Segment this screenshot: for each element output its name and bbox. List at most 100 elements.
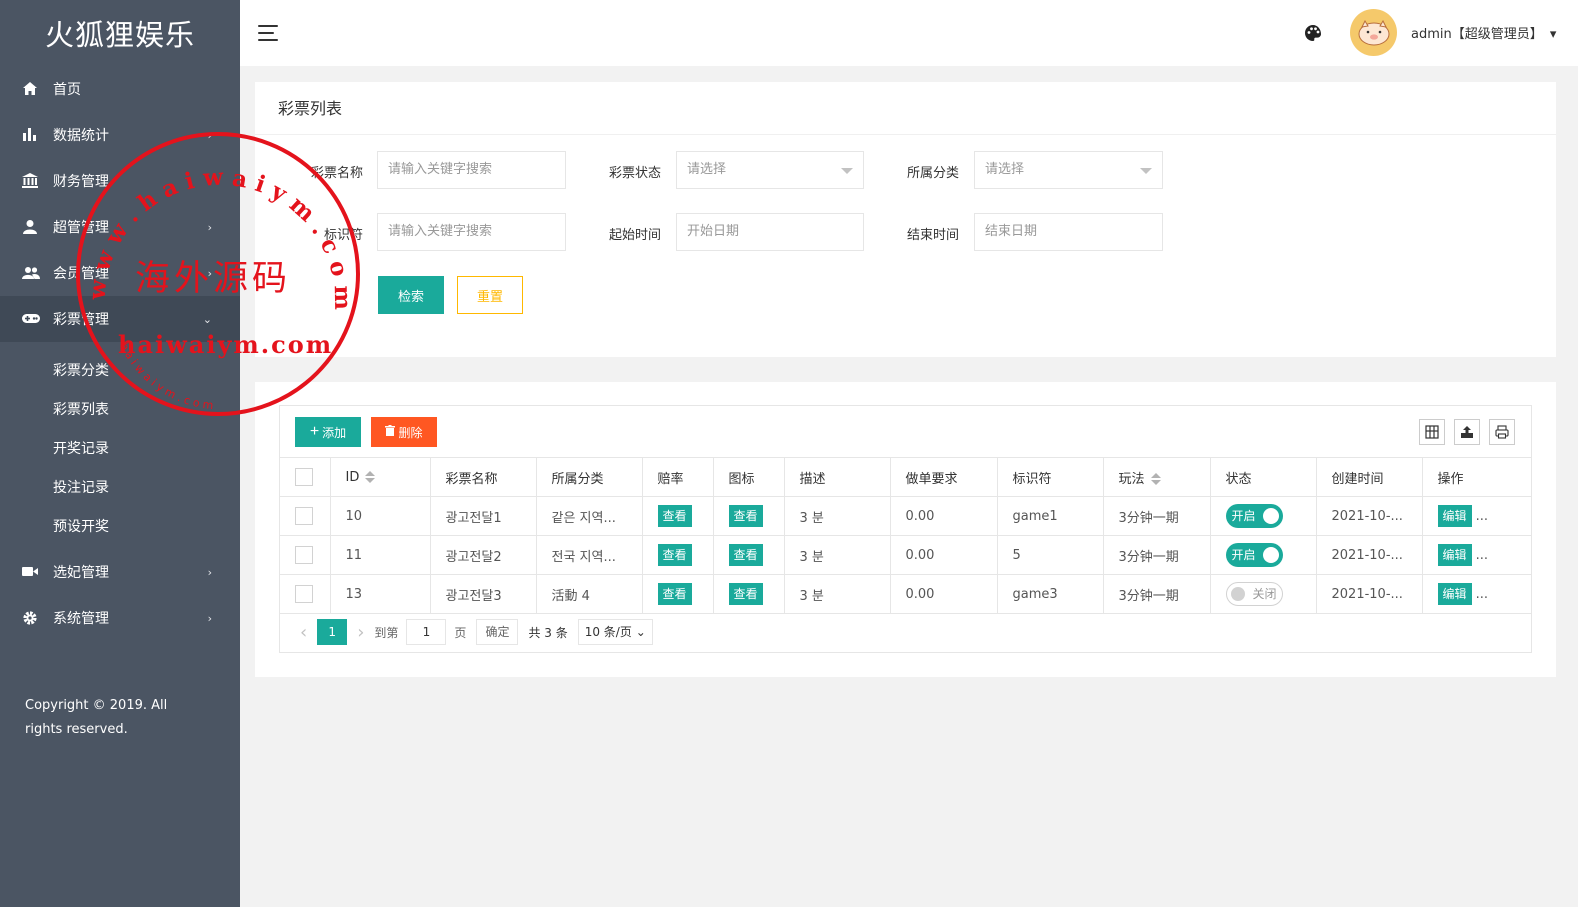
start-date-label: 起始时间 bbox=[608, 228, 661, 243]
page-number-current[interactable]: 1 bbox=[317, 619, 348, 645]
cell-category: 같은 지역... bbox=[536, 496, 643, 536]
sidebar-item-admins[interactable]: 超管管理 › bbox=[0, 204, 240, 250]
status-toggle[interactable]: 关闭 bbox=[1225, 582, 1283, 606]
sidebar-item-system[interactable]: 系统管理 › bbox=[0, 595, 240, 641]
cell-requirement: 0.00 bbox=[890, 535, 998, 575]
palette-icon[interactable] bbox=[1304, 24, 1322, 42]
more-actions[interactable]: ... bbox=[1476, 509, 1488, 524]
search-button[interactable]: 检索 bbox=[378, 276, 444, 314]
sort-icon[interactable] bbox=[365, 471, 376, 483]
menu-toggle-icon[interactable] bbox=[258, 25, 278, 41]
trash-icon bbox=[385, 425, 396, 439]
category-label: 所属分类 bbox=[906, 166, 959, 181]
edit-button[interactable]: 编辑 bbox=[1437, 505, 1472, 527]
goto-confirm-button[interactable]: 确定 bbox=[476, 619, 519, 645]
view-odds-button[interactable]: 查看 bbox=[657, 544, 692, 566]
chevron-right-icon: › bbox=[207, 565, 212, 579]
start-date-input[interactable]: 开始日期 bbox=[676, 213, 864, 251]
chevron-right-icon: › bbox=[207, 611, 212, 625]
more-actions[interactable]: ... bbox=[1476, 548, 1488, 563]
key-search-input[interactable]: 请输入关键字搜索 bbox=[377, 213, 566, 251]
column-header-desc: 描述 bbox=[784, 457, 891, 497]
column-header-name: 彩票名称 bbox=[430, 457, 537, 497]
sidebar-subitem-draw-records[interactable]: 开奖记录 bbox=[0, 428, 240, 467]
table-header-row: ID 彩票名称 所属分类 赔率 图标 描述 做单要求 标识符 玩法 状态 创建时… bbox=[280, 457, 1531, 497]
page-size-select[interactable]: 10 条/页 ⌄ bbox=[577, 619, 653, 645]
cell-name: 광고전달2 bbox=[430, 535, 537, 575]
bar-chart-icon bbox=[22, 127, 40, 143]
user-menu[interactable]: admin【超级管理员】 ▾ bbox=[1411, 23, 1556, 42]
view-icon-button[interactable]: 查看 bbox=[728, 544, 763, 566]
sidebar-subitem-lottery-category[interactable]: 彩票分类 bbox=[0, 350, 240, 389]
cell-desc: 3 분 bbox=[784, 574, 891, 614]
column-header-requirement: 做单要求 bbox=[890, 457, 998, 497]
cell-id: 11 bbox=[330, 535, 431, 575]
table-panel: + 添加 删除 ID 彩票名称 所属分类 赔率 图标 描述 做单要求 标识符 玩… bbox=[255, 382, 1556, 677]
view-icon-button[interactable]: 查看 bbox=[728, 583, 763, 605]
cell-desc: 3 분 bbox=[784, 496, 891, 536]
status-toggle[interactable]: 开启 bbox=[1225, 504, 1283, 528]
category-select[interactable]: 请选择 bbox=[974, 151, 1163, 189]
name-search-input[interactable]: 请输入关键字搜索 bbox=[377, 151, 566, 189]
sidebar-item-label: 数据统计 bbox=[53, 128, 109, 144]
chevron-down-icon: ⌄ bbox=[635, 625, 646, 639]
sidebar-item-label: 选妃管理 bbox=[53, 565, 109, 581]
sidebar-item-members[interactable]: 会员管理 › bbox=[0, 250, 240, 296]
cell-name: 광고전달3 bbox=[430, 574, 537, 614]
sidebar-item-selection[interactable]: 选妃管理 › bbox=[0, 549, 240, 595]
add-button[interactable]: + 添加 bbox=[295, 417, 361, 447]
status-label: 彩票状态 bbox=[608, 166, 661, 181]
sort-icon[interactable] bbox=[1150, 473, 1161, 485]
more-actions[interactable]: ... bbox=[1476, 587, 1488, 602]
table-row: 13 광고전달3 活動 4 查看 查看 3 분 0.00 game3 3分钟一期… bbox=[280, 574, 1531, 614]
column-header-id[interactable]: ID bbox=[330, 457, 431, 497]
cell-play: 3分钟一期 bbox=[1103, 496, 1211, 536]
delete-button[interactable]: 删除 bbox=[371, 417, 437, 447]
user-icon bbox=[22, 219, 40, 235]
sidebar-item-home[interactable]: 首页 bbox=[0, 66, 240, 112]
cell-category: 活動 4 bbox=[536, 574, 643, 614]
status-select[interactable]: 请选择 bbox=[676, 151, 864, 189]
cell-created: 2021-10-... bbox=[1316, 496, 1423, 536]
edit-button[interactable]: 编辑 bbox=[1437, 544, 1472, 566]
app-logo[interactable]: 火狐狸娱乐 bbox=[0, 0, 240, 66]
end-date-input[interactable]: 结束日期 bbox=[974, 213, 1163, 251]
avatar[interactable] bbox=[1350, 9, 1397, 56]
goto-page-input[interactable]: 1 bbox=[406, 619, 447, 645]
reset-button[interactable]: 重置 bbox=[457, 276, 523, 314]
key-label: 标识符 bbox=[323, 228, 363, 243]
plus-icon: + bbox=[309, 423, 320, 440]
lottery-submenu: 彩票分类 彩票列表 开奖记录 投注记录 预设开奖 bbox=[0, 342, 240, 549]
page-unit-label: 页 bbox=[454, 625, 467, 640]
prev-page-icon[interactable]: ‹ bbox=[300, 622, 307, 643]
column-header-category: 所属分类 bbox=[536, 457, 643, 497]
users-icon bbox=[22, 265, 40, 281]
edit-button[interactable]: 编辑 bbox=[1437, 583, 1472, 605]
select-all-checkbox[interactable] bbox=[295, 468, 313, 486]
sidebar-subitem-lottery-list[interactable]: 彩票列表 bbox=[0, 389, 240, 428]
view-icon-button[interactable]: 查看 bbox=[728, 505, 763, 527]
view-odds-button[interactable]: 查看 bbox=[657, 505, 692, 527]
row-checkbox[interactable] bbox=[295, 546, 313, 564]
row-checkbox[interactable] bbox=[295, 507, 313, 525]
status-toggle[interactable]: 开启 bbox=[1225, 543, 1283, 567]
sidebar-subitem-bet-records[interactable]: 投注记录 bbox=[0, 467, 240, 506]
view-odds-button[interactable]: 查看 bbox=[657, 583, 692, 605]
row-checkbox[interactable] bbox=[295, 585, 313, 603]
sidebar-item-label: 财务管理 bbox=[53, 174, 109, 190]
columns-filter-icon[interactable] bbox=[1419, 419, 1445, 445]
column-header-key: 标识符 bbox=[997, 457, 1104, 497]
sidebar-subitem-preset-draw[interactable]: 预设开奖 bbox=[0, 506, 240, 545]
sidebar-item-label: 彩票管理 bbox=[53, 312, 109, 328]
sidebar-item-lottery[interactable]: 彩票管理 ⌄ bbox=[0, 296, 240, 342]
next-page-icon[interactable]: › bbox=[357, 622, 364, 643]
table-row: 11 광고전달2 전국 지역... 查看 查看 3 분 0.00 5 3分钟一期… bbox=[280, 535, 1531, 575]
copyright-text: Copyright © 2019. All rights reserved. bbox=[25, 698, 168, 737]
export-icon[interactable] bbox=[1454, 419, 1480, 445]
name-label: 彩票名称 bbox=[310, 166, 363, 181]
print-icon[interactable] bbox=[1489, 419, 1515, 445]
sidebar-item-stats[interactable]: 数据统计 › bbox=[0, 112, 240, 158]
column-header-play[interactable]: 玩法 bbox=[1103, 457, 1211, 497]
sidebar-item-finance[interactable]: 财务管理 › bbox=[0, 158, 240, 204]
sidebar-item-label: 系统管理 bbox=[53, 611, 109, 627]
